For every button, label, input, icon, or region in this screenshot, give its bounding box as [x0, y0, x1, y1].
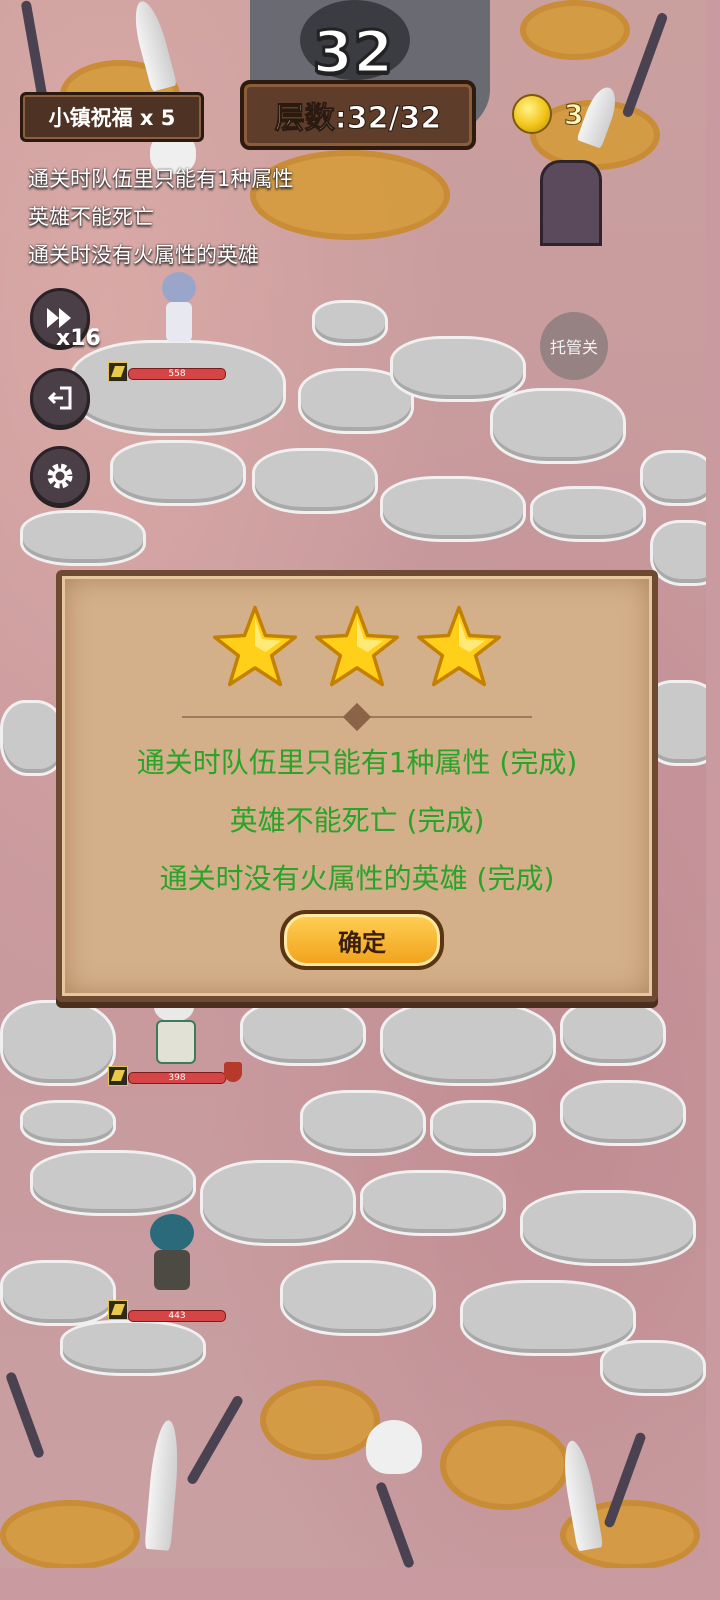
hero-hp-bar: 558 — [128, 368, 226, 380]
skull-icon — [366, 1420, 422, 1474]
exit-icon — [47, 386, 72, 410]
hero-sprite — [142, 1214, 202, 1290]
floor-number: 32 — [311, 17, 395, 88]
hero-sprite — [148, 272, 208, 347]
objective-item: 英雄不能死亡 — [28, 205, 154, 229]
objective-result: 英雄不能死亡 (完成) — [229, 804, 485, 837]
coin-counter: 3 — [512, 94, 584, 134]
role-icon — [108, 1066, 128, 1086]
role-icon — [108, 1300, 128, 1320]
exit-button[interactable] — [30, 368, 90, 428]
hero-sprite — [144, 992, 204, 1067]
settings-button[interactable] — [30, 446, 90, 506]
hero-unit[interactable]: 558 — [108, 272, 228, 382]
objective-result: 通关时没有火属性的英雄 (完成) — [159, 862, 555, 895]
auto-mode-button[interactable]: 托管关 — [540, 312, 608, 380]
shield-icon — [224, 1062, 242, 1082]
hero-hp-bar: 443 — [128, 1310, 226, 1322]
coin-icon — [512, 94, 552, 134]
hero-unit[interactable]: 398 — [108, 992, 248, 1092]
star-icon — [213, 605, 297, 687]
ornament-divider-center — [342, 702, 372, 732]
speed-label: x16 — [56, 326, 101, 351]
objective-result: 通关时队伍里只能有1种属性 (完成) — [136, 746, 578, 779]
floor-counter: 层数:32/32 — [240, 80, 476, 150]
town-blessing-badge[interactable]: 小镇祝福 x 5 — [20, 92, 204, 142]
role-icon — [108, 362, 128, 382]
star-icon — [417, 605, 501, 687]
stage-clear-dialog: 通关时队伍里只能有1种属性 (完成) 英雄不能死亡 (完成) 通关时没有火属性的… — [56, 570, 658, 1002]
objective-item: 通关时队伍里只能有1种属性 — [28, 167, 294, 191]
objective-list: 通关时队伍里只能有1种属性 英雄不能死亡 通关时没有火属性的英雄 — [28, 160, 293, 274]
star-icon — [315, 605, 399, 687]
objective-results: 通关时队伍里只能有1种属性 (完成) 英雄不能死亡 (完成) 通关时没有火属性的… — [62, 734, 652, 908]
confirm-button[interactable]: 确定 — [280, 910, 444, 970]
coin-count: 3 — [563, 97, 584, 131]
star-rating — [62, 604, 652, 688]
objective-item: 通关时没有火属性的英雄 — [28, 243, 259, 267]
hero-hp-bar: 398 — [128, 1072, 226, 1084]
hero-unit[interactable]: 443 — [108, 1214, 228, 1324]
gear-icon — [47, 463, 73, 489]
